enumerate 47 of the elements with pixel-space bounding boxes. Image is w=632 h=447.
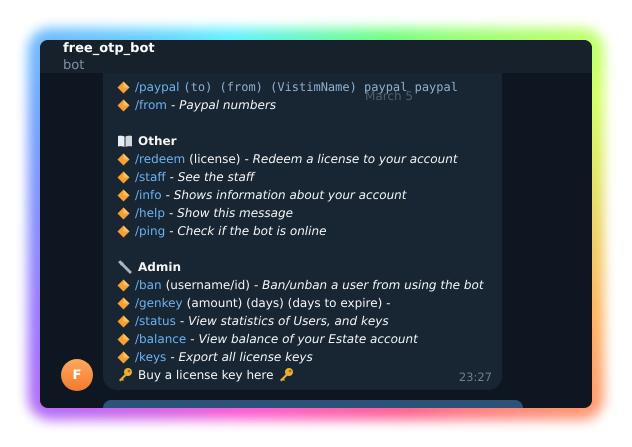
command-description: - Export all license keys: [170, 350, 313, 364]
message-time: 23:27: [458, 370, 492, 384]
key-icon: [278, 367, 294, 383]
diamond-icon: [117, 188, 130, 202]
command-description: - Paypal numbers: [170, 98, 276, 112]
command-link[interactable]: /paypal: [135, 80, 180, 94]
diamond-icon: [117, 152, 130, 166]
command-link[interactable]: /from: [135, 98, 167, 112]
footer-text: Buy a license key here: [138, 368, 274, 382]
wrench-icon: [117, 259, 133, 275]
command-link[interactable]: /status: [135, 314, 176, 328]
book-icon: [117, 134, 133, 148]
command-link[interactable]: /redeem: [135, 152, 186, 166]
diamond-icon: [117, 170, 130, 184]
command-link[interactable]: /staff: [135, 170, 166, 184]
chat-subtitle: bot: [63, 57, 84, 73]
command-link[interactable]: /ban: [135, 278, 162, 292]
diamond-icon: [117, 98, 130, 112]
section-heading: Other: [138, 134, 177, 148]
command-link[interactable]: /genkey: [135, 296, 183, 310]
diamond-icon: [117, 278, 130, 292]
command-description: - Redeem a license to your account: [244, 152, 458, 166]
diamond-icon: [117, 314, 130, 328]
diamond-icon: [117, 350, 130, 364]
command-description: - View balance of your Estate account: [190, 332, 418, 346]
diamond-icon: [117, 296, 130, 310]
diamond-icon: [117, 224, 130, 238]
command-link[interactable]: /ping: [135, 224, 166, 238]
command-arguments: (amount) (days) (days to expire) -: [186, 296, 390, 310]
command-arguments: (username/id): [166, 278, 250, 292]
diamond-icon: [117, 80, 130, 94]
command-description: - Ban/unban a user from using the bot: [254, 278, 484, 292]
section-heading: Admin: [138, 260, 182, 274]
command-description: - Shows information about your account: [166, 188, 406, 202]
command-description: - Check if the bot is online: [169, 224, 326, 238]
command-arguments: (license): [189, 152, 240, 166]
diamond-icon: [117, 206, 130, 220]
command-link[interactable]: /info: [135, 188, 162, 202]
command-description: - View statistics of Users, and keys: [180, 314, 389, 328]
command-description: - Show this message: [168, 206, 293, 220]
command-description: - See the staff: [170, 170, 254, 184]
chat-title: free_otp_bot: [63, 40, 155, 57]
diamond-icon: [117, 332, 130, 346]
command-link[interactable]: /help: [135, 206, 165, 220]
command-link[interactable]: /keys: [135, 350, 166, 364]
command-link[interactable]: /balance: [135, 332, 186, 346]
key-icon: [117, 367, 133, 383]
